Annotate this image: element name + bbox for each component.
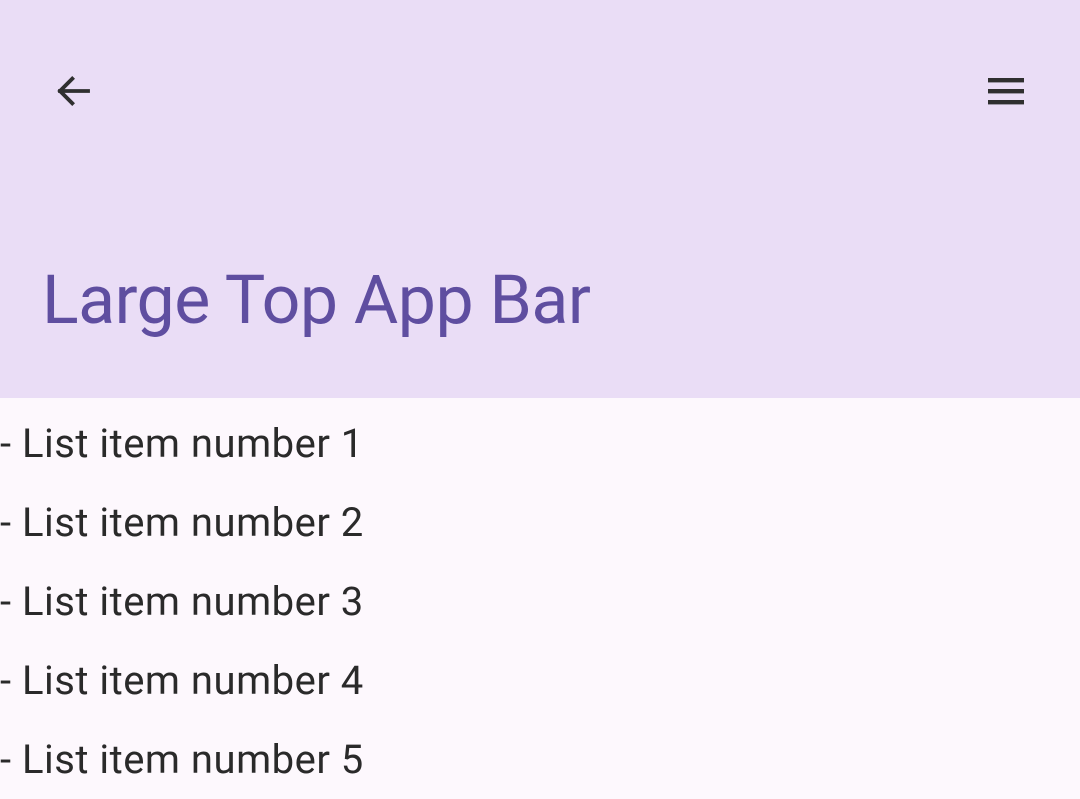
large-top-app-bar: Large Top App Bar bbox=[0, 0, 1080, 398]
app-bar-title: Large Top App Bar bbox=[0, 260, 1080, 398]
list-item: - List item number 3 bbox=[0, 562, 1080, 641]
list-item: - List item number 5 bbox=[0, 720, 1080, 799]
back-button[interactable] bbox=[50, 69, 98, 117]
list-item: - List item number 4 bbox=[0, 641, 1080, 720]
list-item: - List item number 1 bbox=[0, 404, 1080, 483]
hamburger-menu-icon bbox=[982, 67, 1030, 118]
menu-button[interactable] bbox=[982, 69, 1030, 117]
list-item: - List item number 2 bbox=[0, 483, 1080, 562]
content-list: - List item number 1 - List item number … bbox=[0, 398, 1080, 799]
app-bar-action-row bbox=[0, 0, 1080, 130]
arrow-back-icon bbox=[53, 70, 95, 115]
